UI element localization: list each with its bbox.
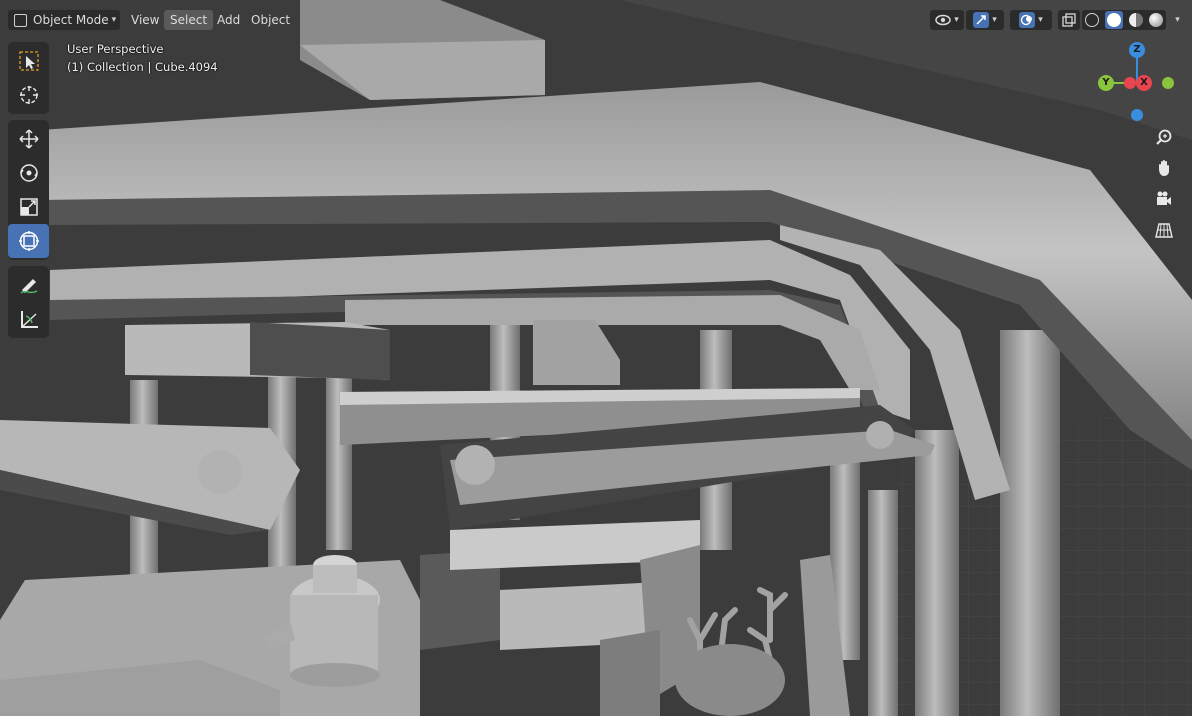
chevron-down-icon: ▾ bbox=[954, 15, 959, 25]
measure-tool[interactable] bbox=[8, 302, 49, 336]
gizmo-dropdown[interactable]: ▾ bbox=[966, 10, 1004, 30]
transform-tool[interactable] bbox=[8, 224, 49, 258]
axis-y-button[interactable]: Y bbox=[1098, 75, 1114, 91]
tool-shelf bbox=[8, 42, 49, 344]
cursor-tool[interactable] bbox=[8, 78, 49, 112]
transform-icon bbox=[18, 231, 39, 251]
rotate-icon bbox=[19, 164, 38, 182]
mode-selector[interactable]: Object Mode ▾ bbox=[8, 10, 120, 30]
scene-render[interactable] bbox=[0, 0, 1192, 716]
material-shading-icon[interactable] bbox=[1129, 13, 1143, 27]
rendered-shading-icon[interactable] bbox=[1149, 13, 1163, 27]
xray-toggle[interactable] bbox=[1058, 10, 1080, 30]
xray-icon bbox=[1062, 13, 1076, 27]
chevron-down-icon: ▾ bbox=[1175, 15, 1180, 25]
menu-object[interactable]: Object bbox=[245, 10, 296, 30]
wireframe-shading-icon[interactable] bbox=[1085, 13, 1099, 27]
axis-z-negative[interactable] bbox=[1131, 109, 1143, 121]
hand-icon bbox=[1159, 160, 1169, 176]
rotate-tool[interactable] bbox=[8, 156, 49, 190]
chevron-down-icon: ▾ bbox=[111, 15, 117, 25]
zoom-button[interactable] bbox=[1150, 123, 1178, 151]
overlay-icon bbox=[1019, 12, 1036, 28]
mode-label: Object Mode bbox=[33, 13, 109, 27]
solid-shading-icon[interactable] bbox=[1105, 11, 1123, 29]
shading-modes bbox=[1082, 10, 1166, 30]
camera-view-button[interactable] bbox=[1150, 185, 1178, 213]
move-tool[interactable] bbox=[8, 122, 49, 156]
menu-add[interactable]: Add bbox=[211, 10, 246, 30]
overlays-dropdown[interactable]: ▾ bbox=[1010, 10, 1052, 30]
measure-icon bbox=[20, 311, 38, 328]
move-icon bbox=[18, 129, 39, 149]
menu-view[interactable]: View bbox=[125, 10, 165, 30]
chevron-down-icon: ▾ bbox=[992, 15, 997, 25]
select-box-tool[interactable] bbox=[8, 44, 49, 78]
active-object-label: (1) Collection | Cube.4094 bbox=[67, 60, 218, 74]
visibility-dropdown[interactable]: ▾ bbox=[930, 10, 964, 30]
scale-tool[interactable] bbox=[8, 190, 49, 224]
ortho-toggle-button[interactable] bbox=[1150, 216, 1178, 244]
gizmo-icon bbox=[973, 12, 990, 28]
axis-x-button[interactable]: X bbox=[1136, 75, 1152, 91]
tool-group-select bbox=[8, 42, 49, 114]
menu-select[interactable]: Select bbox=[164, 10, 214, 30]
cursor-icon bbox=[19, 86, 38, 104]
camera-icon bbox=[1157, 191, 1171, 205]
annotate-icon bbox=[20, 279, 37, 294]
3d-viewport[interactable]: Object Mode ▾ View Select Add Object ▾ ▾… bbox=[0, 0, 1192, 716]
view-perspective-label: User Perspective bbox=[67, 42, 164, 56]
navigation-gizmo[interactable]: Z Y X bbox=[1092, 40, 1182, 130]
pan-button[interactable] bbox=[1150, 154, 1178, 182]
chevron-down-icon: ▾ bbox=[1038, 15, 1043, 25]
grid-icon bbox=[1155, 223, 1173, 238]
axis-y-negative[interactable] bbox=[1162, 77, 1174, 89]
select-box-icon bbox=[18, 51, 39, 71]
zoom-icon bbox=[1156, 129, 1172, 145]
axis-x-negative[interactable] bbox=[1124, 77, 1136, 89]
annotate-tool[interactable] bbox=[8, 268, 49, 302]
object-mode-icon bbox=[14, 13, 27, 27]
scale-icon bbox=[19, 198, 38, 216]
viewport-header: Object Mode ▾ View Select Add Object ▾ ▾… bbox=[0, 6, 1192, 34]
axis-z-button[interactable]: Z bbox=[1129, 42, 1145, 58]
shading-dropdown[interactable]: ▾ bbox=[1168, 10, 1184, 30]
tool-group-annotate bbox=[8, 266, 49, 338]
eye-icon bbox=[935, 14, 951, 26]
tool-group-transform bbox=[8, 120, 49, 260]
